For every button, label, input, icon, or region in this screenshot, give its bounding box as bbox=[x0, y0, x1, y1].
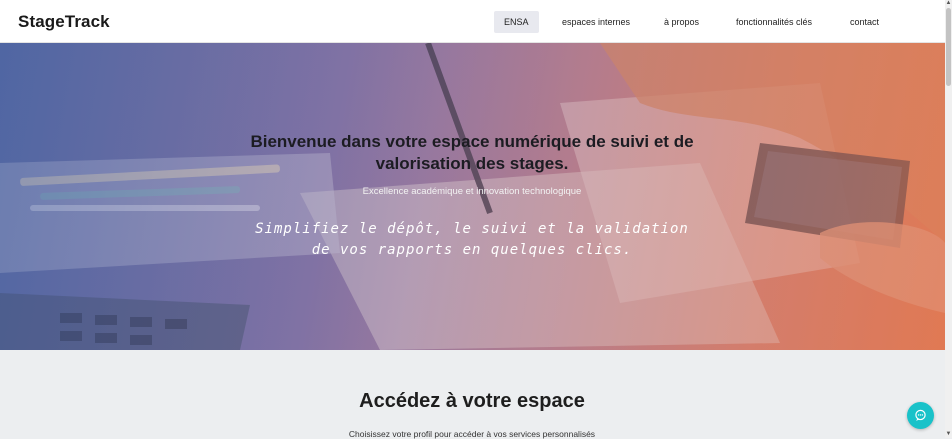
chat-button[interactable] bbox=[907, 402, 934, 429]
access-title: Accédez à votre espace bbox=[359, 390, 585, 412]
nav-item-espaces-internes[interactable]: espaces internes bbox=[552, 11, 640, 33]
hero-title: Bienvenue dans votre espace numérique de… bbox=[250, 132, 694, 173]
scrollbar-thumb[interactable] bbox=[946, 8, 951, 86]
nav-item-ensa[interactable]: ENSA bbox=[494, 11, 539, 33]
nav-item-fonctionnalites-cles[interactable]: fonctionnalités clés bbox=[726, 11, 822, 33]
brand-logo[interactable]: StageTrack bbox=[18, 12, 110, 32]
page-scrollbar[interactable]: ▲ ▼ bbox=[945, 0, 952, 438]
nav-item-contact[interactable]: contact bbox=[840, 11, 889, 33]
scroll-down-arrow-icon[interactable]: ▼ bbox=[945, 431, 952, 438]
nav-item-a-propos[interactable]: à propos bbox=[654, 11, 709, 33]
access-section: Accédez à votre espace Choisissez votre … bbox=[0, 350, 945, 439]
hero-subtitle: Excellence académique et innovation tech… bbox=[362, 186, 582, 197]
scroll-up-arrow-icon[interactable]: ▲ bbox=[945, 0, 952, 7]
hero-section: Bienvenue dans votre espace numérique de… bbox=[0, 43, 945, 350]
top-navbar: StageTrack ENSA espaces internes à propo… bbox=[0, 0, 945, 43]
hero-tagline: Simplifiez le dépôt, le suivi et la vali… bbox=[255, 221, 689, 258]
chat-bubble-icon bbox=[915, 409, 926, 421]
